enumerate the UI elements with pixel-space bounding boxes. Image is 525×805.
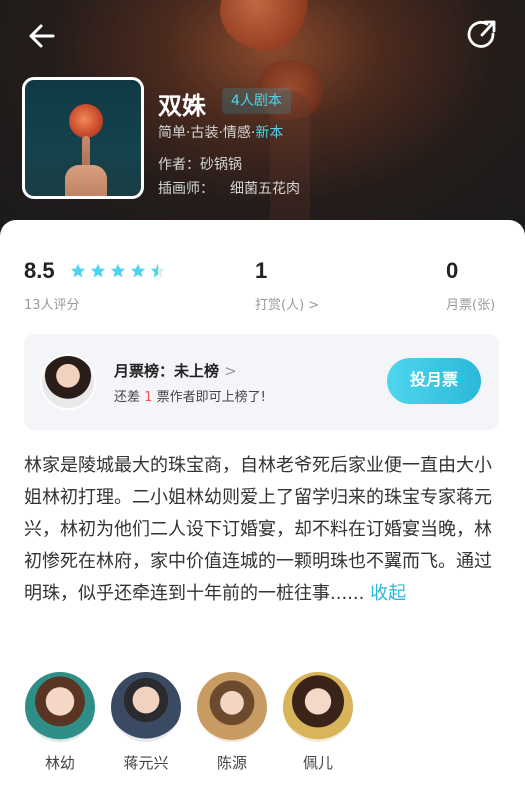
new-tag: 新本 xyxy=(255,125,284,141)
character-item[interactable]: 佩儿 xyxy=(282,672,354,773)
rating-stars xyxy=(70,263,166,279)
book-title: 双姝 xyxy=(158,92,206,120)
background-flower xyxy=(220,0,310,50)
chevron-right-icon: > xyxy=(224,362,237,380)
character-list: 林幼 蒋元兴 陈源 佩儿 xyxy=(24,672,354,773)
star-icon xyxy=(90,263,106,278)
illustrator: 插画师： 细菌五花肉 xyxy=(158,181,300,197)
rating-label: 13人评分 xyxy=(24,298,80,313)
star-icon xyxy=(110,263,126,278)
monthly-ticket-stat: 0 月票(张) xyxy=(446,258,495,313)
player-count-badge: 4人剧本 xyxy=(222,88,291,114)
rank-title[interactable]: 月票榜：未上榜 > xyxy=(114,360,237,381)
book-cover xyxy=(22,77,144,199)
share-icon xyxy=(467,20,496,48)
half-star-icon xyxy=(150,263,166,278)
rose-illustration xyxy=(69,104,103,138)
character-item[interactable]: 陈源 xyxy=(196,672,268,773)
collapse-button[interactable]: 收起 xyxy=(370,583,406,604)
character-avatar xyxy=(283,672,353,742)
tips-stat[interactable]: 1 打赏(人) > xyxy=(255,258,319,313)
character-avatar xyxy=(111,672,181,742)
share-button[interactable] xyxy=(465,18,499,52)
character-item[interactable]: 蒋元兴 xyxy=(110,672,182,773)
tips-label: 打赏(人) > xyxy=(255,298,320,313)
character-name: 林幼 xyxy=(44,754,75,772)
character-name: 陈源 xyxy=(216,754,247,772)
detail-card: 8.5 13人评分 1 打赏(人) > 0 月票(张) 月票榜：未上榜 > 还差… xyxy=(0,220,525,805)
vote-ticket-button[interactable]: 投月票 xyxy=(387,358,481,404)
character-avatar xyxy=(197,672,267,742)
back-button[interactable] xyxy=(24,18,60,54)
author: 作者：砂锅锅 xyxy=(158,157,242,173)
star-icon xyxy=(70,263,86,278)
author-avatar xyxy=(40,354,96,410)
character-avatar xyxy=(25,672,95,742)
ticket-count: 0 xyxy=(446,258,459,283)
ticket-label: 月票(张) xyxy=(446,298,496,313)
rank-hint: 还差 1 票作者即可上榜了! xyxy=(114,390,266,405)
character-name: 蒋元兴 xyxy=(123,754,169,772)
character-name: 佩儿 xyxy=(302,754,333,772)
synopsis: 林家是陵城最大的珠宝商，自林老爷死后家业便一直由大小姐林初打理。二小姐林幼则爱上… xyxy=(24,455,492,604)
monthly-rank-panel: 月票榜：未上榜 > 还差 1 票作者即可上榜了! 投月票 xyxy=(24,334,499,430)
character-item[interactable]: 林幼 xyxy=(24,672,96,773)
tips-count: 1 xyxy=(255,258,268,283)
star-icon xyxy=(130,263,146,278)
book-tags: 简单·古装·情感·新本 xyxy=(158,125,284,141)
back-arrow-icon xyxy=(29,24,55,48)
